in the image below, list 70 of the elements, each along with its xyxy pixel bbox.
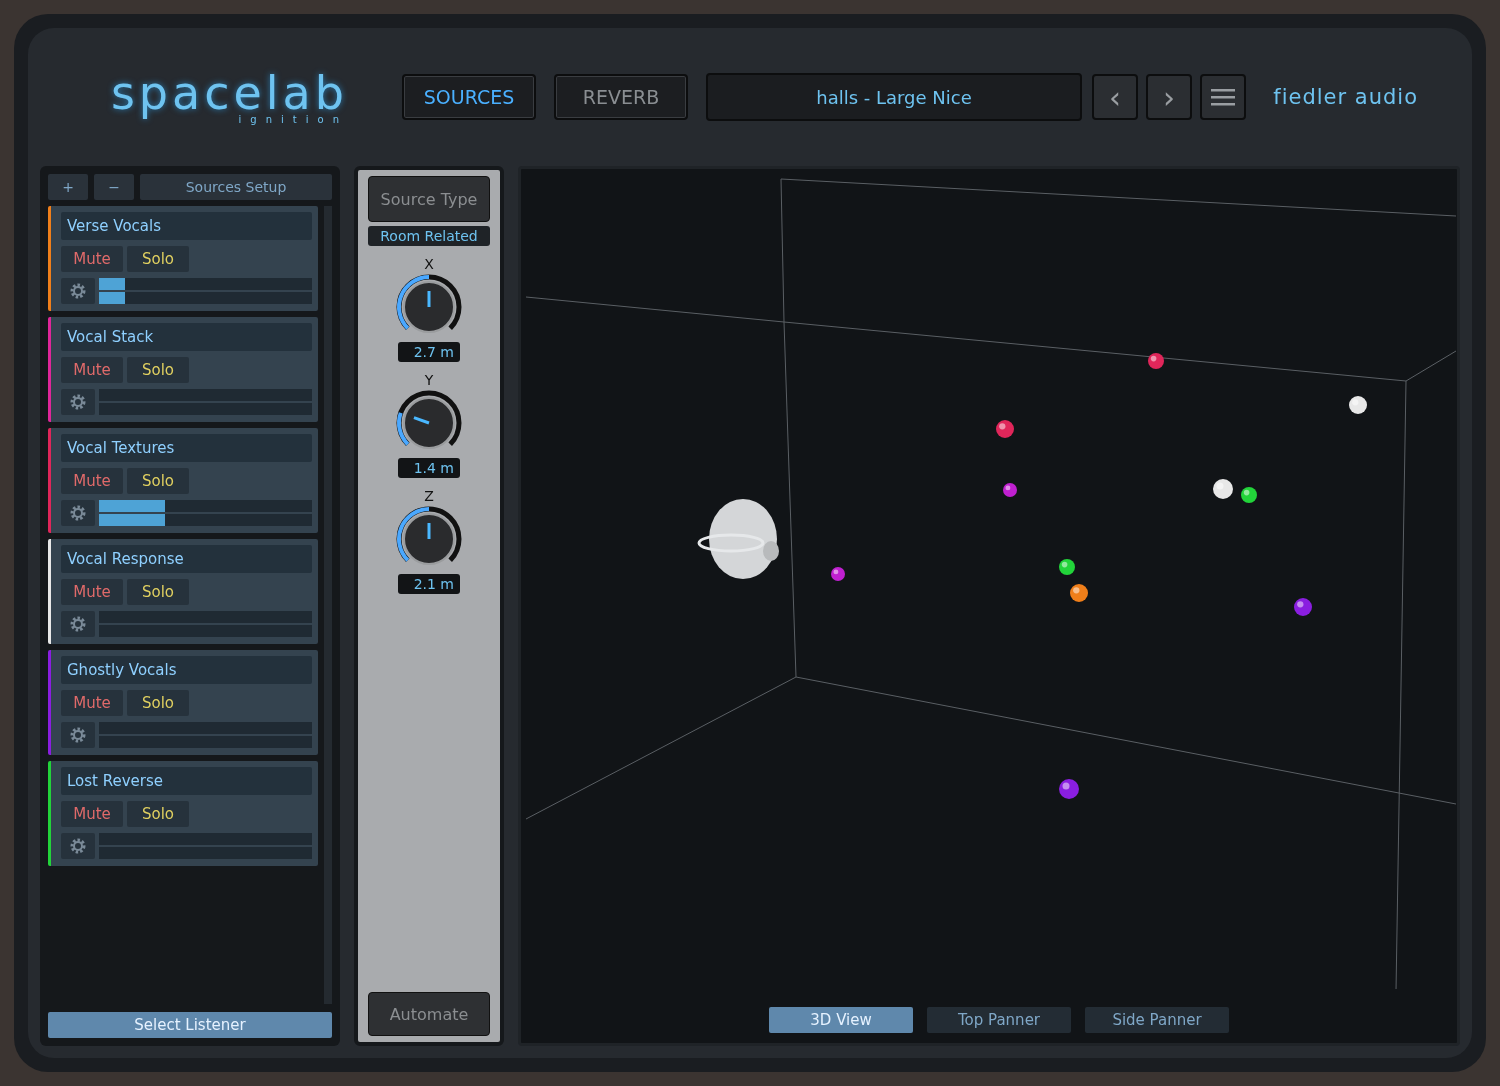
axis-label: Z: [424, 488, 434, 504]
view-tab[interactable]: Top Panner: [927, 1007, 1071, 1033]
gear-icon: [69, 282, 87, 300]
source-sphere[interactable]: [831, 567, 845, 581]
gear-icon: [69, 393, 87, 411]
source-sphere[interactable]: [1241, 487, 1257, 503]
solo-button[interactable]: Solo: [127, 801, 189, 827]
source-name[interactable]: Ghostly Vocals: [61, 656, 312, 684]
add-button[interactable]: +: [48, 174, 88, 200]
value-display: 2.7 m: [398, 342, 460, 362]
tab[interactable]: SOURCES: [402, 74, 536, 120]
gear-icon: [69, 837, 87, 855]
settings-button[interactable]: [61, 833, 95, 859]
source-card[interactable]: Vocal Response Mute Solo: [48, 539, 318, 644]
mute-button[interactable]: Mute: [61, 357, 123, 383]
mute-button[interactable]: Mute: [61, 246, 123, 272]
source-name[interactable]: Vocal Stack: [61, 323, 312, 351]
source-sphere[interactable]: [1349, 396, 1367, 414]
source-sphere[interactable]: [1148, 353, 1164, 369]
settings-button[interactable]: [61, 722, 95, 748]
preset-display[interactable]: halls - Large Nice: [706, 73, 1082, 121]
menu-icon: [1211, 87, 1235, 107]
source-sphere[interactable]: [1294, 598, 1312, 616]
gear-icon: [69, 504, 87, 522]
source-name[interactable]: Lost Reverse: [61, 767, 312, 795]
next-button[interactable]: ›: [1146, 74, 1192, 120]
brand-logo: fiedler audio: [1273, 85, 1418, 109]
tab[interactable]: REVERB: [554, 74, 688, 120]
mute-button[interactable]: Mute: [61, 579, 123, 605]
source-card[interactable]: Lost Reverse Mute Solo: [48, 761, 318, 866]
value-display: 2.1 m: [398, 574, 460, 594]
gear-icon: [69, 726, 87, 744]
remove-button[interactable]: −: [94, 174, 134, 200]
axis-label: X: [424, 256, 434, 272]
solo-button[interactable]: Solo: [127, 357, 189, 383]
axis-label: Y: [424, 372, 434, 388]
settings-button[interactable]: [61, 278, 95, 304]
mute-button[interactable]: Mute: [61, 690, 123, 716]
source-card[interactable]: Verse Vocals Mute Solo: [48, 206, 318, 311]
menu-button[interactable]: [1200, 74, 1246, 120]
solo-button[interactable]: Solo: [127, 468, 189, 494]
automate-button[interactable]: Automate: [368, 992, 490, 1036]
settings-button[interactable]: [61, 500, 95, 526]
settings-button[interactable]: [61, 389, 95, 415]
mute-button[interactable]: Mute: [61, 801, 123, 827]
source-name[interactable]: Verse Vocals: [61, 212, 312, 240]
source-name[interactable]: Vocal Textures: [61, 434, 312, 462]
source-sphere[interactable]: [1003, 483, 1017, 497]
source-sphere[interactable]: [1059, 779, 1079, 799]
view-tab[interactable]: Side Panner: [1085, 1007, 1229, 1033]
solo-button[interactable]: Solo: [127, 690, 189, 716]
source-card[interactable]: Vocal Textures Mute Solo: [48, 428, 318, 533]
source-card[interactable]: Vocal Stack Mute Solo: [48, 317, 318, 422]
listener-head-drawing[interactable]: [697, 499, 779, 579]
solo-button[interactable]: Solo: [127, 579, 189, 605]
source-sphere[interactable]: [1070, 584, 1088, 602]
source-type-button[interactable]: Source Type: [368, 176, 490, 222]
source-type-value: Room Related: [368, 226, 490, 246]
sources-setup-button[interactable]: Sources Setup: [140, 174, 332, 200]
settings-button[interactable]: [61, 611, 95, 637]
mute-button[interactable]: Mute: [61, 468, 123, 494]
previous-button[interactable]: ‹: [1092, 74, 1138, 120]
solo-button[interactable]: Solo: [127, 246, 189, 272]
source-sphere[interactable]: [996, 420, 1014, 438]
gear-icon: [69, 615, 87, 633]
source-sphere[interactable]: [1213, 479, 1233, 499]
source-card[interactable]: Ghostly Vocals Mute Solo: [48, 650, 318, 755]
source-sphere[interactable]: [1059, 559, 1075, 575]
source-name[interactable]: Vocal Response: [61, 545, 312, 573]
value-display: 1.4 m: [398, 458, 460, 478]
